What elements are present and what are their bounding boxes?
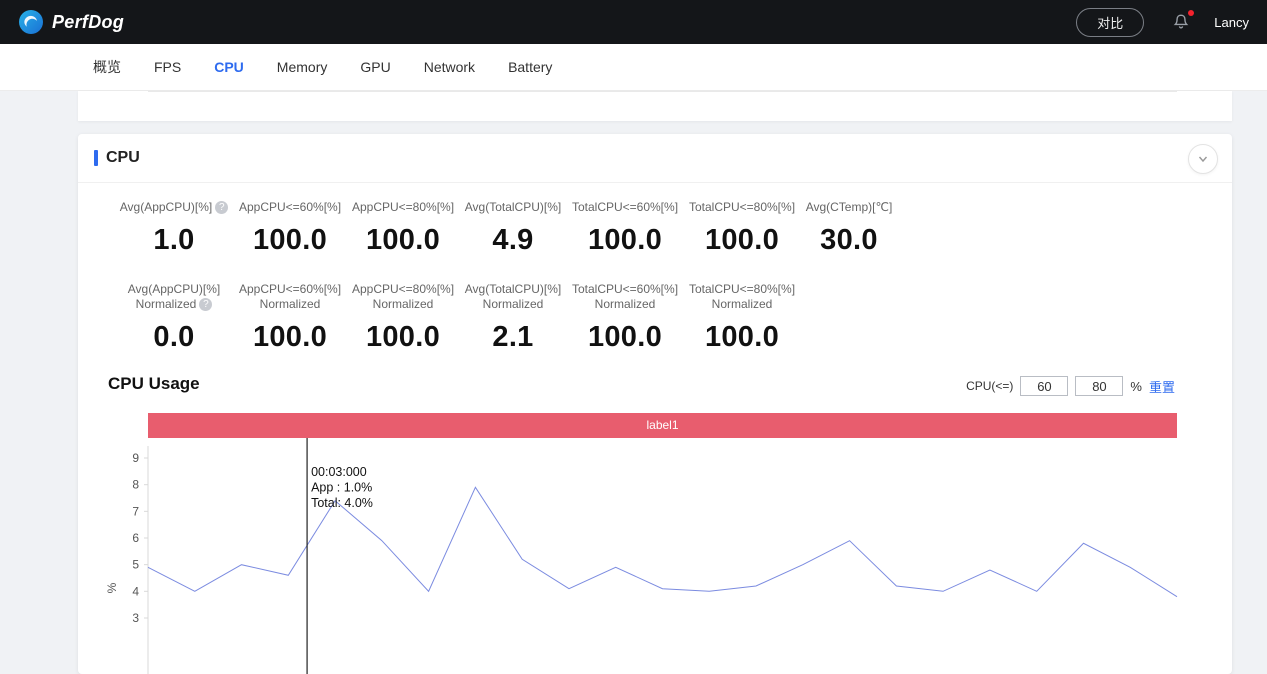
brand-title: PerfDog: [52, 11, 125, 32]
stat-label-sub: Normalized: [594, 297, 656, 311]
stat-label-sub: Normalized: [372, 297, 434, 311]
stat-label: TotalCPU<=80%[%] Normalized: [672, 282, 812, 312]
stat-value: 100.0: [704, 321, 780, 353]
card-gap: [0, 121, 1267, 134]
tab-overview[interactable]: 概览: [93, 57, 121, 77]
tab-battery[interactable]: Battery: [508, 59, 552, 75]
section-nav: 概览 FPS CPU Memory GPU Network Battery: [0, 44, 1267, 91]
help-icon[interactable]: [199, 298, 213, 311]
title-accent-bar: [94, 150, 98, 166]
top-app-bar: PerfDog 对比 Lancy: [0, 0, 1267, 44]
chart-region-label[interactable]: label1: [148, 413, 1177, 438]
cpu-threshold-low-input[interactable]: [1020, 376, 1069, 396]
chevron-down-icon: [1198, 156, 1208, 163]
tab-network[interactable]: Network: [424, 59, 475, 75]
cpu-threshold-high-input[interactable]: [1075, 376, 1124, 396]
stat-label-text: Avg(TotalCPU)[%]: [464, 282, 562, 296]
stat-label-text: Avg(AppCPU)[%]: [127, 282, 221, 296]
compare-button[interactable]: 对比: [1076, 7, 1145, 37]
y-axis-tick-label: 5: [132, 558, 139, 572]
y-axis-tick-label: 3: [132, 611, 139, 625]
stat-label-text: AppCPU<=60%[%]: [238, 282, 342, 296]
notification-dot: [1188, 10, 1195, 16]
cpu-card-title: CPU: [106, 149, 140, 166]
stat-label-text: TotalCPU<=60%[%]: [571, 282, 679, 296]
stat-label-sub: Normalized: [135, 297, 197, 311]
cpu-threshold-controls: CPU(<=) % 重置: [966, 376, 1175, 396]
cpu-usage-chart[interactable]: 9 8 7 6 5 4 3% 00:03:000 App : 1.0%Total: 4.0%: [78, 438, 1232, 674]
stat-label-sub: Normalized: [259, 297, 321, 311]
tab-gpu[interactable]: GPU: [360, 59, 390, 75]
y-axis-tick-label: 9: [132, 451, 139, 465]
y-axis-tick-label: 4: [132, 584, 139, 598]
previous-card-partial: [78, 91, 1232, 121]
stat-label-text: AppCPU<=80%[%]: [351, 282, 455, 296]
stat-totalcpu-le80-normalized: TotalCPU<=80%[%] Normalized 100.0: [672, 282, 812, 354]
chart-tooltip-line: 00:03:000: [311, 465, 367, 479]
stat-label-text: TotalCPU<=80%[%]: [688, 282, 796, 296]
previous-chart-axis-line: [148, 91, 1177, 92]
chart-tooltip-line: App : 1.0%: [311, 481, 372, 495]
stat-avg-ctemp: Avg(CTemp)[℃] 30.0: [779, 200, 919, 257]
user-name[interactable]: Lancy: [1214, 15, 1249, 30]
perfdog-cpu-page: { "header": { "brand": "PerfDog", "compa…: [0, 0, 1267, 674]
cpu-threshold-label: CPU(<=): [966, 379, 1014, 393]
reset-link[interactable]: 重置: [1149, 377, 1175, 396]
notification-bell-icon[interactable]: [1170, 10, 1195, 33]
tab-fps[interactable]: FPS: [154, 59, 181, 75]
tab-cpu[interactable]: CPU: [214, 59, 244, 75]
cpu-card-header: CPU: [78, 134, 1232, 183]
percent-sign: %: [1130, 378, 1142, 394]
stat-label: Avg(CTemp)[℃]: [805, 200, 893, 214]
collapse-card-button[interactable]: [1188, 144, 1218, 174]
stat-label-sub: Normalized: [711, 297, 773, 311]
stat-label-text: Avg(AppCPU)[%]: [119, 200, 213, 214]
y-axis-tick-label: 6: [132, 531, 139, 545]
perfdog-logo-icon[interactable]: [18, 9, 44, 35]
tab-memory[interactable]: Memory: [277, 59, 328, 75]
cpu-usage-line-series: [147, 486, 1178, 598]
y-axis-tick-label: 8: [132, 478, 139, 492]
cpu-card: CPU Avg(AppCPU)[%] 1.0 AppCPU<=60%[%] 10…: [78, 134, 1232, 674]
chart-tooltip-line: Total: 4.0%: [311, 496, 373, 510]
cpu-usage-title: CPU Usage: [108, 374, 200, 393]
y-axis-title: %: [105, 582, 119, 593]
stat-value: 30.0: [820, 224, 878, 256]
stat-label-sub: Normalized: [482, 297, 544, 311]
y-axis-tick-label: 7: [132, 504, 139, 518]
